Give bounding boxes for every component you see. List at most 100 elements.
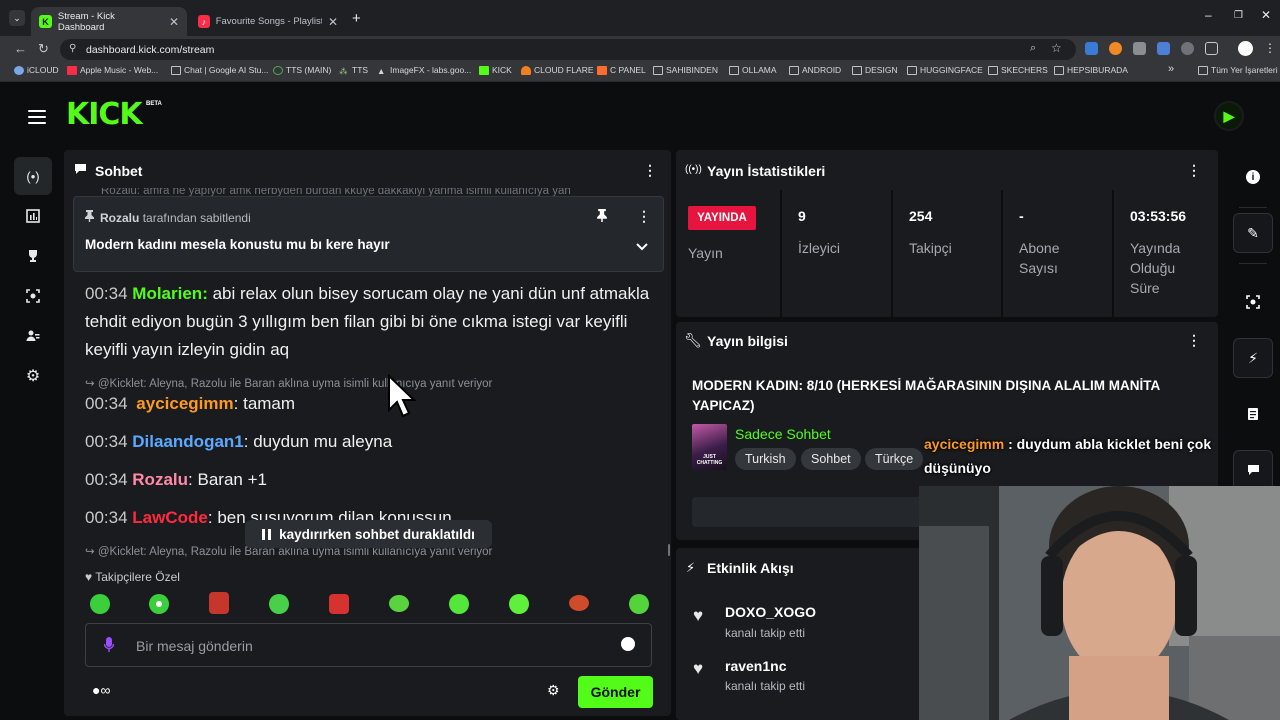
reload-icon[interactable]: ↻: [38, 41, 49, 57]
url-text: dashboard.kick.com/stream: [86, 43, 215, 56]
bookmark-folder[interactable]: HEPSIBURADA: [1054, 65, 1128, 75]
bookmark-item[interactable]: Apple Music - Web...: [67, 65, 158, 75]
bookmark-folder[interactable]: ANDROID: [789, 65, 841, 75]
new-tab-button[interactable]: +: [352, 10, 361, 27]
extensions-puzzle-icon[interactable]: [1205, 42, 1218, 55]
bookmark-item[interactable]: Chat | Google AI Stu...: [171, 65, 268, 75]
emote[interactable]: [389, 595, 409, 612]
category-thumbnail[interactable]: JUST CHATTING: [692, 424, 727, 470]
extension-icon[interactable]: [1133, 42, 1146, 55]
profile-kick-icon[interactable]: ▶: [1214, 101, 1244, 131]
tab-list-button[interactable]: ⌄: [9, 10, 25, 26]
bookmark-item[interactable]: iCLOUD: [14, 65, 59, 75]
chat-settings-icon[interactable]: ⚙: [547, 682, 560, 699]
extension-icon[interactable]: [1181, 42, 1194, 55]
bookmark-folder[interactable]: SAHIBINDEN: [653, 65, 718, 75]
all-bookmarks[interactable]: Tüm Yer İşaretleri: [1198, 65, 1278, 75]
site-info-icon[interactable]: ⚲: [69, 43, 76, 54]
emoji-icon[interactable]: [621, 637, 635, 651]
msg-user[interactable]: Molarien: [132, 284, 202, 303]
event-action: kanalı takip etti: [725, 679, 806, 693]
emote[interactable]: [509, 594, 529, 614]
notes-document-icon[interactable]: [1233, 394, 1273, 434]
edit-pencil-icon[interactable]: ✎: [1233, 213, 1273, 253]
tag[interactable]: Türkçe: [865, 448, 924, 470]
extension-icon[interactable]: [1085, 42, 1098, 55]
menu-dots-icon[interactable]: ⋮: [1264, 41, 1276, 55]
stat-label: Abone Sayısı: [1019, 240, 1060, 276]
menu-hamburger-icon[interactable]: [28, 110, 46, 128]
bookmark-star-icon[interactable]: ☆: [1051, 41, 1062, 55]
emote[interactable]: [90, 594, 110, 614]
bookmarks-overflow[interactable]: »: [1168, 63, 1174, 75]
tab-apple-music[interactable]: ♪ Favourite Songs - Playlist - App ✕: [190, 7, 346, 36]
msg-time: 00:34: [85, 508, 128, 526]
emote[interactable]: [269, 594, 289, 614]
bookmark-folder[interactable]: HUGGINGFACE: [907, 65, 983, 75]
cpanel-icon: [597, 65, 607, 75]
restore-icon[interactable]: ❐: [1234, 10, 1243, 21]
close-icon[interactable]: ✕: [169, 15, 179, 29]
zoom-icon[interactable]: ⌕: [1030, 42, 1036, 55]
partial-message: Rozalu: amra ne yapıyor amk herbyden bur…: [101, 188, 571, 196]
community-users-icon[interactable]: [14, 317, 52, 355]
clip-capture-icon[interactable]: [1233, 282, 1273, 322]
chat-menu-icon[interactable]: ⋮: [643, 162, 657, 179]
info-menu-icon[interactable]: ⋮: [1187, 332, 1201, 349]
chat-scrollbar[interactable]: [668, 544, 670, 556]
emote[interactable]: [449, 594, 469, 614]
info-icon[interactable]: i: [1233, 157, 1273, 197]
minimize-icon[interactable]: –: [1205, 8, 1212, 22]
tag[interactable]: Turkish: [735, 448, 796, 470]
clip-capture-icon[interactable]: [14, 277, 52, 315]
bookmark-folder[interactable]: OLLAMA: [729, 65, 777, 75]
bookmark-item[interactable]: ⁂ TTS: [339, 65, 368, 76]
kicklet-bot-icon[interactable]: ●∞: [92, 682, 110, 698]
msg-user[interactable]: Dilaandogan1: [132, 432, 243, 451]
emote[interactable]: [569, 595, 589, 611]
window-close-icon[interactable]: ✕: [1261, 8, 1271, 22]
unpin-icon[interactable]: [597, 209, 607, 227]
bookmark-folder[interactable]: DESIGN: [852, 65, 898, 75]
extension-icon[interactable]: [1109, 42, 1122, 55]
bookmark-item[interactable]: TTS (MAIN): [273, 65, 331, 75]
kick-logo[interactable]: KICK: [66, 100, 143, 130]
msg-user[interactable]: Rozalu: [132, 470, 188, 489]
emote[interactable]: [209, 592, 229, 614]
close-icon[interactable]: ✕: [328, 15, 338, 29]
settings-gear-icon[interactable]: ⚙: [14, 357, 52, 395]
chat-message: 00:34 Molarien: abi relax olun bisey sor…: [85, 280, 655, 364]
bookmark-item[interactable]: C PANEL: [597, 65, 646, 75]
event-user[interactable]: raven1nc: [725, 658, 786, 674]
extension-icon[interactable]: [1157, 42, 1170, 55]
profile-avatar[interactable]: [1238, 41, 1253, 56]
analytics-chart-icon[interactable]: [14, 197, 52, 235]
emote[interactable]: [149, 594, 169, 614]
microphone-icon[interactable]: [103, 637, 115, 658]
msg-colon: :: [188, 470, 193, 489]
event-user[interactable]: DOXO_XOGO: [725, 604, 816, 620]
bookmark-item[interactable]: ▲ ImageFX - labs.goo...: [377, 65, 471, 76]
tag[interactable]: Sohbet: [801, 448, 861, 470]
emote[interactable]: [629, 594, 649, 614]
quick-actions-lightning-icon[interactable]: ⚡︎: [1233, 338, 1273, 378]
message-input[interactable]: Bir mesaj gönderin: [85, 623, 652, 667]
bookmark-item[interactable]: CLOUD FLARE: [521, 65, 594, 75]
send-button[interactable]: Gönder: [578, 676, 653, 708]
bookmark-item[interactable]: KICK: [479, 65, 512, 75]
tab-kick-dashboard[interactable]: K Stream - Kick Dashboard ✕: [31, 7, 187, 36]
bookmark-folder[interactable]: SKECHERS: [988, 65, 1048, 75]
chat-paused-notice[interactable]: kaydırırken sohbet duraklatıldı: [245, 520, 492, 548]
category-name[interactable]: Sadece Sohbet: [735, 426, 831, 442]
msg-time: 00:34: [85, 432, 128, 451]
address-bar[interactable]: ⚲ dashboard.kick.com/stream ⌕ ☆: [60, 39, 1076, 60]
msg-user[interactable]: aycicegimm: [136, 394, 233, 413]
pinned-menu-icon[interactable]: ⋮: [637, 208, 651, 225]
trophy-icon[interactable]: [14, 237, 52, 275]
back-icon[interactable]: ←: [14, 41, 27, 56]
chevron-down-icon[interactable]: [636, 238, 650, 256]
stream-live-icon[interactable]: (•): [14, 157, 52, 195]
stats-menu-icon[interactable]: ⋮: [1187, 162, 1201, 179]
emote[interactable]: [329, 594, 349, 614]
msg-user[interactable]: LawCode: [132, 508, 208, 526]
